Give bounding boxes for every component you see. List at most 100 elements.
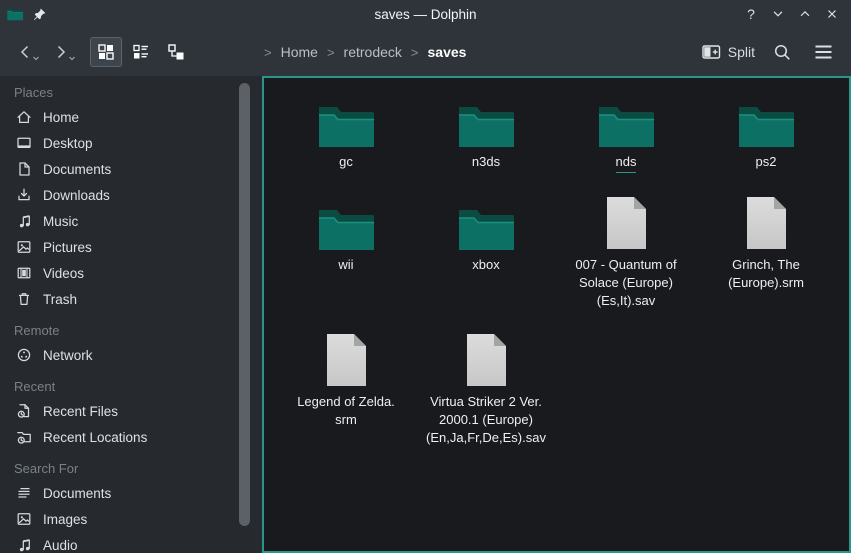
pin-icon[interactable] bbox=[32, 7, 47, 22]
item-label-line: Legend of Zelda. bbox=[297, 393, 395, 411]
folder-item-n3ds[interactable]: n3ds bbox=[416, 86, 556, 173]
sidebar-item-downloads[interactable]: Downloads bbox=[0, 182, 262, 208]
sidebar-item-desktop[interactable]: Desktop bbox=[0, 130, 262, 156]
sidebar-item-label: Videos bbox=[43, 266, 84, 281]
file-icon bbox=[604, 195, 649, 251]
icon-slot bbox=[598, 86, 654, 148]
film-icon bbox=[15, 265, 32, 282]
file-icon bbox=[324, 332, 369, 388]
item-label-line: (Es,It).sav bbox=[575, 292, 676, 310]
sidebar-section-header: Search For bbox=[0, 456, 262, 480]
icons-view-button[interactable] bbox=[90, 37, 122, 67]
sidebar-item-recent-locations[interactable]: Recent Locations bbox=[0, 424, 262, 450]
network-icon bbox=[15, 347, 32, 364]
item-label: Virtua Striker 2 Ver.2000.1 (Europe)(En,… bbox=[426, 393, 546, 447]
icon-slot bbox=[738, 86, 794, 148]
item-label-line: (En,Ja,Fr,De,Es).sav bbox=[426, 429, 546, 447]
sidebar-item-trash[interactable]: Trash bbox=[0, 286, 262, 312]
window-folder-icon bbox=[7, 7, 23, 21]
folder-item-gc[interactable]: gc bbox=[276, 86, 416, 173]
back-button[interactable] bbox=[10, 36, 40, 68]
file-grid: gc n3ds nds ps2 wii xbox 007 - Quantum o… bbox=[264, 78, 849, 447]
split-button-label: Split bbox=[728, 44, 755, 60]
sidebar-item-documents[interactable]: Documents bbox=[0, 480, 262, 506]
split-button[interactable]: Split bbox=[702, 44, 755, 60]
breadcrumb-current[interactable]: saves bbox=[428, 44, 467, 60]
icon-slot bbox=[318, 86, 374, 148]
sidebar-item-home[interactable]: Home bbox=[0, 104, 262, 130]
item-label: n3ds bbox=[472, 153, 500, 171]
file-item-virtua-striker-2-ver[interactable]: Virtua Striker 2 Ver.2000.1 (Europe)(En,… bbox=[416, 326, 556, 447]
recent-files-icon bbox=[15, 403, 32, 420]
item-label: gc bbox=[339, 153, 353, 171]
breadcrumb-home[interactable]: Home bbox=[281, 44, 318, 60]
folder-icon bbox=[318, 205, 374, 251]
folder-item-ps2[interactable]: ps2 bbox=[696, 86, 836, 173]
item-label: xbox bbox=[472, 256, 499, 274]
sidebar-item-recent-files[interactable]: Recent Files bbox=[0, 398, 262, 424]
sidebar-item-network[interactable]: Network bbox=[0, 342, 262, 368]
breadcrumb-separator: > bbox=[264, 45, 272, 60]
text-lines-icon bbox=[15, 485, 32, 502]
item-label-line: 007 - Quantum of bbox=[575, 256, 676, 274]
icon-slot bbox=[324, 326, 369, 388]
folder-icon bbox=[458, 102, 514, 148]
details-view-button[interactable] bbox=[125, 37, 157, 67]
icon-slot bbox=[318, 189, 374, 251]
item-label-line: n3ds bbox=[472, 153, 500, 171]
folder-icon bbox=[458, 205, 514, 251]
forward-dropdown-icon[interactable] bbox=[68, 48, 76, 66]
folder-item-xbox[interactable]: xbox bbox=[416, 189, 556, 310]
folder-icon bbox=[738, 102, 794, 148]
folder-item-wii[interactable]: wii bbox=[276, 189, 416, 310]
sidebar-item-label: Network bbox=[43, 348, 93, 363]
window-title: saves — Dolphin bbox=[0, 7, 851, 22]
sidebar-item-music[interactable]: Music bbox=[0, 208, 262, 234]
sidebar-item-label: Recent Locations bbox=[43, 430, 147, 445]
sidebar-item-label: Desktop bbox=[43, 136, 93, 151]
tree-view-button[interactable] bbox=[160, 37, 192, 67]
window-content: PlacesHomeDesktopDocumentsDownloadsMusic… bbox=[0, 76, 851, 553]
folder-item-nds[interactable]: nds bbox=[556, 86, 696, 173]
file-item-legend-of-zelda[interactable]: Legend of Zelda.srm bbox=[276, 326, 416, 447]
folder-view[interactable]: gc n3ds nds ps2 wii xbox 007 - Quantum o… bbox=[262, 76, 851, 553]
sidebar-item-documents[interactable]: Documents bbox=[0, 156, 262, 182]
hamburger-menu-icon[interactable] bbox=[809, 38, 837, 66]
forward-button[interactable] bbox=[46, 36, 76, 68]
item-label: wii bbox=[338, 256, 353, 274]
item-label-line: Virtua Striker 2 Ver. bbox=[426, 393, 546, 411]
item-label: 007 - Quantum ofSolace (Europe)(Es,It).s… bbox=[575, 256, 676, 310]
desktop-icon bbox=[15, 135, 32, 152]
sidebar-item-label: Pictures bbox=[43, 240, 92, 255]
breadcrumb-separator: > bbox=[411, 45, 419, 60]
sidebar-scrollbar[interactable] bbox=[239, 83, 250, 526]
breadcrumb-retrodeck[interactable]: retrodeck bbox=[344, 44, 402, 60]
sidebar-item-pictures[interactable]: Pictures bbox=[0, 234, 262, 260]
image-icon bbox=[15, 239, 32, 256]
sidebar-section-search-for: Search ForDocumentsImages Audio bbox=[0, 456, 262, 553]
window-controls: ? bbox=[740, 3, 851, 25]
music-note-icon bbox=[15, 537, 32, 553]
item-label-line: 2000.1 (Europe) bbox=[426, 411, 546, 429]
sidebar-item-audio[interactable]: Audio bbox=[0, 532, 262, 553]
icon-slot bbox=[458, 86, 514, 148]
maximize-button[interactable] bbox=[794, 3, 816, 25]
download-icon bbox=[15, 187, 32, 204]
item-label-line: Grinch, The bbox=[728, 256, 804, 274]
help-button[interactable]: ? bbox=[740, 3, 762, 25]
sidebar-item-label: Audio bbox=[43, 538, 78, 553]
icon-slot bbox=[458, 189, 514, 251]
breadcrumb: > Home > retrodeck > saves bbox=[264, 28, 466, 76]
sidebar-item-label: Home bbox=[43, 110, 79, 125]
minimize-button[interactable] bbox=[767, 3, 789, 25]
file-item-grinch-the[interactable]: Grinch, The(Europe).srm bbox=[696, 189, 836, 310]
close-button[interactable] bbox=[821, 3, 843, 25]
back-dropdown-icon[interactable] bbox=[32, 48, 40, 66]
search-icon[interactable] bbox=[768, 38, 796, 66]
sidebar-item-images[interactable]: Images bbox=[0, 506, 262, 532]
item-label-line: nds bbox=[616, 153, 637, 173]
item-label: Grinch, The(Europe).srm bbox=[728, 256, 804, 292]
file-item-007-quantum-of[interactable]: 007 - Quantum ofSolace (Europe)(Es,It).s… bbox=[556, 189, 696, 310]
document-icon bbox=[15, 161, 32, 178]
sidebar-item-videos[interactable]: Videos bbox=[0, 260, 262, 286]
